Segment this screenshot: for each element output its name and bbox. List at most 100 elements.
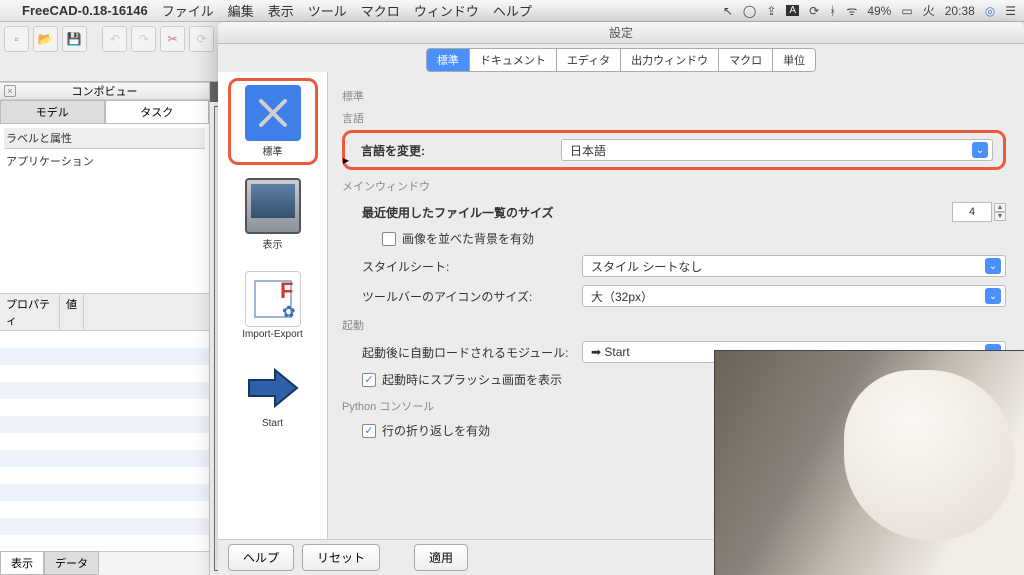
tab-data[interactable]: データ: [44, 551, 99, 575]
splash-checkbox[interactable]: [362, 373, 376, 387]
spotlight-icon[interactable]: ◎: [985, 4, 995, 18]
cat-general-label: 標準: [263, 143, 283, 158]
icon-size-value: 大（32px）: [591, 288, 653, 305]
combo-view-titlebar: × コンポビュー: [0, 82, 209, 100]
tab-view[interactable]: 表示: [0, 551, 44, 575]
cat-general[interactable]: 標準: [228, 78, 318, 165]
import-export-icon: F ✿: [245, 271, 301, 327]
col-value: 値: [60, 294, 84, 330]
pref-tab-units[interactable]: 単位: [773, 49, 815, 71]
sync-icon[interactable]: ⟳: [809, 4, 819, 18]
tools-icon: [245, 85, 301, 141]
redo-icon[interactable]: ↷: [131, 26, 156, 52]
wrap-label: 行の折り返しを有効: [382, 422, 490, 439]
apply-button[interactable]: 適用: [414, 544, 468, 571]
cat-display-label: 表示: [263, 236, 283, 251]
cat-import-export-label: Import-Export: [242, 329, 303, 340]
group-language: 言語: [342, 110, 1006, 126]
battery-icon: ▭: [901, 4, 912, 18]
panel-close-icon[interactable]: ×: [4, 85, 16, 97]
bluetooth-icon[interactable]: ᚼ: [829, 4, 836, 18]
dialog-tabbar: 標準 ドキュメント エディタ 出力ウィンドウ マクロ 単位: [218, 44, 1024, 72]
reset-button[interactable]: リセット: [302, 544, 380, 571]
open-file-icon[interactable]: 📂: [33, 26, 58, 52]
combo-view-panel: × コンポビュー モデル タスク ラベルと属性 アプリケーション プロパティ 値…: [0, 82, 210, 575]
dialog-title: 設定: [218, 22, 1024, 44]
menu-tools[interactable]: ツール: [308, 1, 347, 20]
mac-menubar: FreeCAD-0.18-16146 ファイル 編集 表示 ツール マクロ ウィ…: [0, 0, 1024, 22]
recent-files-spinner[interactable]: 4: [952, 202, 992, 222]
app-name[interactable]: FreeCAD-0.18-16146: [22, 3, 148, 18]
new-file-icon[interactable]: ▫: [4, 26, 29, 52]
stylesheet-value: スタイル シートなし: [591, 258, 702, 275]
language-value: 日本語: [570, 142, 606, 159]
input-menu-icon[interactable]: A: [786, 5, 799, 16]
menu-edit[interactable]: 編集: [228, 1, 254, 20]
tree-view[interactable]: ラベルと属性 アプリケーション: [0, 124, 209, 294]
tab-model[interactable]: モデル: [0, 100, 105, 124]
recent-files-label: 最近使用したファイル一覧のサイズ: [362, 204, 582, 221]
pref-tab-output[interactable]: 出力ウィンドウ: [621, 49, 719, 71]
menu-window[interactable]: ウィンドウ: [414, 1, 479, 20]
clock-time: 20:38: [945, 4, 975, 18]
col-property: プロパティ: [0, 294, 60, 330]
tiled-bg-label: 画像を並べた背景を有効: [402, 230, 534, 247]
tree-item-app[interactable]: アプリケーション: [4, 149, 205, 173]
group-mainwindow: メインウィンドウ: [342, 178, 1006, 194]
wifi-icon[interactable]: ᯤ: [846, 2, 857, 19]
tree-header: ラベルと属性: [4, 128, 205, 149]
combo-view-title: コンポビュー: [72, 83, 138, 99]
pref-tab-document[interactable]: ドキュメント: [470, 49, 557, 71]
dropdown-arrow-icon: ⌄: [985, 288, 1001, 304]
menu-help[interactable]: ヘルプ: [493, 1, 532, 20]
dropdown-arrow-icon: ⌄: [972, 142, 988, 158]
status-circle-icon: ◯: [743, 4, 756, 18]
recent-files-value: 4: [969, 206, 975, 218]
cut-icon[interactable]: ✂: [160, 26, 185, 52]
start-arrow-icon: [245, 360, 301, 416]
language-label: 言語を変更:: [361, 142, 561, 159]
wrap-checkbox[interactable]: [362, 424, 376, 438]
spin-down-icon[interactable]: ▼: [994, 212, 1006, 221]
menu-file[interactable]: ファイル: [162, 1, 214, 20]
language-select[interactable]: 日本語 ⌄: [561, 139, 993, 161]
menubar-right: ↖ ◯ ⇪ A ⟳ ᚼ ᯤ 49% ▭ 火 20:38 ◎ ☰: [723, 2, 1016, 19]
refresh-icon[interactable]: ⟳: [189, 26, 214, 52]
presenter-figure: [844, 370, 1014, 540]
group-startup: 起動: [342, 317, 1006, 333]
icon-size-select[interactable]: 大（32px） ⌄: [582, 285, 1006, 307]
control-center-icon[interactable]: ☰: [1005, 4, 1016, 18]
battery-text: 49%: [867, 4, 891, 18]
property-grid[interactable]: [0, 331, 209, 551]
menu-macro[interactable]: マクロ: [361, 1, 400, 20]
pref-tab-editor[interactable]: エディタ: [557, 49, 621, 71]
cat-start[interactable]: Start: [228, 353, 318, 436]
tab-task[interactable]: タスク: [105, 100, 210, 124]
monitor-icon: [245, 178, 301, 234]
splash-label: 起動時にスプラッシュ画面を表示: [382, 371, 562, 388]
stylesheet-label: スタイルシート:: [362, 258, 582, 275]
icon-size-label: ツールバーのアイコンのサイズ:: [362, 288, 582, 305]
webcam-overlay: [714, 350, 1024, 575]
category-list[interactable]: 標準 表示 F ✿ Import-Export Sta: [218, 72, 328, 539]
help-button[interactable]: ヘルプ: [228, 544, 294, 571]
dropdown-arrow-icon: ⌄: [985, 258, 1001, 274]
group-general-top: 標準: [342, 88, 1006, 104]
cat-display[interactable]: 表示: [228, 171, 318, 258]
pref-tab-general[interactable]: 標準: [427, 49, 470, 71]
cursor-icon: ▸: [343, 153, 349, 167]
dropbox-icon[interactable]: ⇪: [766, 4, 776, 18]
undo-icon[interactable]: ↶: [102, 26, 127, 52]
menu-view[interactable]: 表示: [268, 1, 294, 20]
save-file-icon[interactable]: 💾: [62, 26, 87, 52]
pref-tab-macro[interactable]: マクロ: [719, 49, 773, 71]
stylesheet-select[interactable]: スタイル シートなし ⌄: [582, 255, 1006, 277]
tiled-bg-checkbox[interactable]: [382, 232, 396, 246]
spin-up-icon[interactable]: ▲: [994, 203, 1006, 212]
property-header: プロパティ 値: [0, 294, 209, 331]
cat-import-export[interactable]: F ✿ Import-Export: [228, 264, 318, 347]
clock-day: 火: [923, 2, 935, 19]
language-row: ▸ 言語を変更: 日本語 ⌄: [342, 130, 1006, 170]
status-arrow-icon: ↖: [723, 4, 733, 18]
autoload-value: ➡ Start: [591, 345, 630, 359]
